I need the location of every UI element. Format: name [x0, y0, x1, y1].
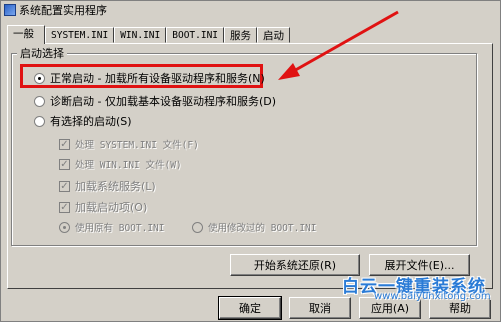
cancel-button[interactable]: 取消: [289, 297, 351, 319]
services-label: 加载系统服务(L): [75, 180, 156, 193]
checkbox-icon[interactable]: ✓: [59, 180, 70, 192]
normal-startup-label: 正常启动 - 加载所有设备驱动程序和服务(N): [50, 72, 265, 85]
checkbox-icon[interactable]: ✓: [59, 158, 70, 170]
tab-win-ini[interactable]: WIN.INI: [114, 27, 167, 43]
startup-items-label: 加载启动项(O): [75, 201, 148, 214]
checkbox-icon[interactable]: ✓: [59, 201, 70, 213]
diagnostic-startup-option[interactable]: 诊断启动 - 仅加载基本设备驱动程序和服务(D): [34, 93, 276, 109]
tab-general[interactable]: 一般: [7, 25, 45, 44]
win-ini-label: 处理 WIN.INI 文件(W): [75, 160, 182, 171]
diagnostic-startup-label: 诊断启动 - 仅加载基本设备驱动程序和服务(D): [50, 95, 277, 108]
tab-system-ini[interactable]: SYSTEM.INI: [45, 27, 115, 43]
ok-button[interactable]: 确定: [218, 296, 282, 320]
win-ini-option[interactable]: ✓ 处理 WIN.INI 文件(W): [59, 157, 182, 171]
startup-items-option[interactable]: ✓ 加载启动项(O): [59, 199, 147, 215]
tab-strip: 一般 SYSTEM.INI WIN.INI BOOT.INI 服务 启动: [7, 25, 291, 44]
selective-startup-label: 有选择的启动(S): [50, 115, 132, 128]
use-original-boot-radio[interactable]: [59, 221, 70, 233]
selective-startup-option[interactable]: 有选择的启动(S): [34, 113, 132, 129]
use-original-boot-label: 使用原有 BOOT.INI: [75, 223, 165, 234]
start-system-restore-button[interactable]: 开始系统还原(R): [230, 254, 360, 276]
diagnostic-startup-radio[interactable]: [34, 95, 45, 107]
system-config-window: 系统配置实用程序 一般 SYSTEM.INI WIN.INI BOOT.INI …: [0, 0, 501, 322]
normal-startup-radio[interactable]: [34, 72, 45, 84]
startup-selection-label: 启动选择: [17, 45, 67, 61]
tab-startup[interactable]: 启动: [257, 27, 291, 43]
system-ini-option[interactable]: ✓ 处理 SYSTEM.INI 文件(F): [59, 137, 199, 151]
app-icon: [4, 3, 16, 16]
use-modified-boot-option[interactable]: 使用修改过的 BOOT.INI: [192, 220, 316, 234]
normal-startup-option[interactable]: 正常启动 - 加载所有设备驱动程序和服务(N): [34, 70, 265, 86]
selective-startup-radio[interactable]: [34, 115, 45, 127]
tab-boot-ini[interactable]: BOOT.INI: [166, 27, 225, 43]
tab-services[interactable]: 服务: [224, 27, 258, 43]
title-bar: 系统配置实用程序: [1, 1, 500, 18]
system-ini-label: 处理 SYSTEM.INI 文件(F): [75, 140, 199, 151]
services-option[interactable]: ✓ 加载系统服务(L): [59, 178, 156, 194]
use-original-boot-option[interactable]: 使用原有 BOOT.INI: [59, 220, 164, 234]
window-title: 系统配置实用程序: [19, 3, 107, 17]
watermark-url: www.baiyunxitong.com: [374, 291, 491, 302]
use-modified-boot-radio[interactable]: [192, 221, 203, 233]
checkbox-icon[interactable]: ✓: [59, 138, 70, 150]
use-modified-boot-label: 使用修改过的 BOOT.INI: [208, 223, 317, 234]
